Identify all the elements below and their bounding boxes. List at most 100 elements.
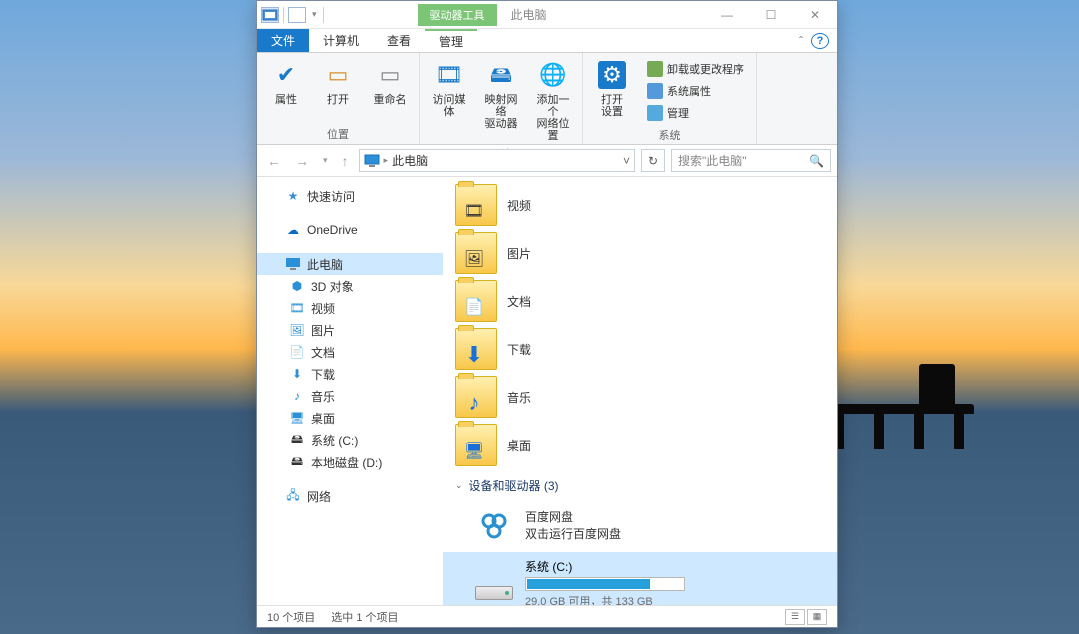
sidebar-item-quick-access[interactable]: ★快速访问 xyxy=(257,185,443,207)
drive-name: 系统 (C:) xyxy=(525,558,825,575)
add-location-button[interactable]: 🌐添加一个 网络位置 xyxy=(530,57,576,144)
sidebar-item-desktop[interactable]: 🖥桌面 xyxy=(257,407,443,429)
properties-button[interactable]: ✔属性 xyxy=(263,57,309,124)
open-settings-button[interactable]: ⚙打开 设置 xyxy=(589,57,635,125)
cloud-icon: ☁ xyxy=(285,222,301,238)
picture-icon: 🖼 xyxy=(463,248,485,270)
checkmark-icon: ✔ xyxy=(277,69,295,81)
document-icon: 📄 xyxy=(463,296,485,318)
baidu-cloud-icon xyxy=(473,504,515,546)
folder-downloads[interactable]: ⬇下载 xyxy=(443,325,837,373)
globe-icon: 🌐 xyxy=(539,69,566,81)
folder-videos[interactable]: 🎞视频 xyxy=(443,181,837,229)
map-drive-button[interactable]: 🖴映射网络 驱动器 xyxy=(478,57,524,144)
tab-view[interactable]: 查看 xyxy=(373,29,425,52)
media-icon: 🎞 xyxy=(435,69,463,81)
refresh-button[interactable]: ↻ xyxy=(641,149,665,172)
uninstall-button[interactable]: 卸载或更改程序 xyxy=(643,59,748,79)
desktop-icon: 🖥 xyxy=(289,410,305,426)
cube-icon: ⬢ xyxy=(289,278,305,294)
manage-button[interactable]: 管理 xyxy=(643,103,748,123)
recent-dropdown-icon[interactable]: ▾ xyxy=(319,155,332,166)
back-button[interactable]: ← xyxy=(263,153,285,169)
drive-c[interactable]: ⊞ 系统 (C:) 29.0 GB 可用，共 133 GB xyxy=(443,552,837,605)
tab-computer[interactable]: 计算机 xyxy=(309,29,373,52)
cloud-drive-item[interactable]: 百度网盘双击运行百度网盘 xyxy=(443,498,837,552)
collapse-ribbon-icon[interactable]: ˆ xyxy=(793,29,809,52)
network-icon: 🖧 xyxy=(285,488,301,504)
group-label-location: 位置 xyxy=(263,124,413,142)
sidebar-item-d-drive[interactable]: 🖴本地磁盘 (D:) xyxy=(257,451,443,473)
address-dropdown-icon[interactable]: ˅ xyxy=(623,154,630,168)
pc-icon xyxy=(285,256,301,272)
explorer-window: ▾ 驱动器工具 此电脑 — ☐ ✕ 文件 计算机 查看 管理 ˆ ? ✔属性 ▭… xyxy=(256,0,838,628)
group-label-system: 系统 xyxy=(589,125,750,143)
desktop-icon: 🖥 xyxy=(463,440,485,462)
folder-music[interactable]: ♪音乐 xyxy=(443,373,837,421)
navigation-pane: ★快速访问 ☁OneDrive 此电脑 ⬢3D 对象 🎞视频 🖼图片 📄文档 ⬇… xyxy=(257,177,443,605)
search-input[interactable]: 搜索"此电脑" 🔍 xyxy=(671,149,831,172)
drive-usage-text: 29.0 GB 可用，共 133 GB xyxy=(525,593,825,605)
hdd-icon xyxy=(475,586,513,600)
sidebar-item-documents[interactable]: 📄文档 xyxy=(257,341,443,363)
download-icon: ⬇ xyxy=(463,344,485,366)
qat-item-icon[interactable] xyxy=(288,7,306,23)
help-icon[interactable]: ? xyxy=(811,33,829,49)
sidebar-item-videos[interactable]: 🎞视频 xyxy=(257,297,443,319)
quick-access-toolbar: ▾ xyxy=(257,7,328,23)
download-icon: ⬇ xyxy=(289,366,305,382)
breadcrumb-arrow-icon[interactable]: ▸ xyxy=(384,155,389,166)
tiles-view-button[interactable]: ▦ xyxy=(807,609,827,625)
sidebar-item-this-pc[interactable]: 此电脑 xyxy=(257,253,443,275)
address-bar: ← → ▾ ↑ ▸ 此电脑 ˅ ↻ 搜索"此电脑" 🔍 xyxy=(257,145,837,177)
sidebar-item-network[interactable]: 🖧网络 xyxy=(257,485,443,507)
sidebar-item-3d[interactable]: ⬢3D 对象 xyxy=(257,275,443,297)
window-title: 此电脑 xyxy=(497,6,547,23)
picture-icon: 🖼 xyxy=(289,322,305,338)
film-icon: 🎞 xyxy=(289,300,305,316)
tab-file[interactable]: 文件 xyxy=(257,29,309,52)
open-icon: ▭ xyxy=(328,69,349,81)
system-properties-button[interactable]: 系统属性 xyxy=(643,81,748,101)
cloud-drive-name: 百度网盘 xyxy=(525,508,621,525)
details-view-button[interactable]: ☰ xyxy=(785,609,805,625)
up-button[interactable]: ↑ xyxy=(338,153,353,169)
music-icon: ♪ xyxy=(289,388,305,404)
drive-icon: 🖴 xyxy=(289,454,305,470)
close-button[interactable]: ✕ xyxy=(793,1,837,29)
folder-documents[interactable]: 📄文档 xyxy=(443,277,837,325)
app-icon[interactable] xyxy=(261,7,279,23)
forward-button[interactable]: → xyxy=(291,153,313,169)
manage-icon xyxy=(647,105,663,121)
tab-manage[interactable]: 管理 xyxy=(425,29,477,52)
folder-pictures[interactable]: 🖼图片 xyxy=(443,229,837,277)
open-button[interactable]: ▭打开 xyxy=(315,57,361,124)
access-media-button[interactable]: 🎞访问媒体 xyxy=(426,57,472,144)
breadcrumb-segment[interactable]: 此电脑 xyxy=(392,152,428,169)
group-header-drives[interactable]: ⌄设备和驱动器 (3) xyxy=(443,469,837,498)
folder-desktop[interactable]: 🖥桌面 xyxy=(443,421,837,469)
usage-bar xyxy=(525,577,685,591)
rename-button[interactable]: ▭重命名 xyxy=(367,57,413,124)
sidebar-item-onedrive[interactable]: ☁OneDrive xyxy=(257,219,443,241)
minimize-button[interactable]: — xyxy=(705,1,749,29)
sidebar-item-pictures[interactable]: 🖼图片 xyxy=(257,319,443,341)
titlebar[interactable]: ▾ 驱动器工具 此电脑 — ☐ ✕ xyxy=(257,1,837,29)
cloud-drive-desc: 双击运行百度网盘 xyxy=(525,525,621,542)
document-icon: 📄 xyxy=(289,344,305,360)
sidebar-item-music[interactable]: ♪音乐 xyxy=(257,385,443,407)
sidebar-item-downloads[interactable]: ⬇下载 xyxy=(257,363,443,385)
address-path[interactable]: ▸ 此电脑 ˅ xyxy=(359,149,635,172)
selection-count: 选中 1 个项目 xyxy=(331,609,398,625)
star-icon: ★ xyxy=(285,188,301,204)
maximize-button[interactable]: ☐ xyxy=(749,1,793,29)
sidebar-item-c-drive[interactable]: 🖴系统 (C:) xyxy=(257,429,443,451)
qat-dropdown-icon[interactable]: ▾ xyxy=(310,9,319,20)
chevron-down-icon: ⌄ xyxy=(455,480,463,491)
gear-icon: ⚙ xyxy=(598,61,626,89)
rename-icon: ▭ xyxy=(380,69,401,81)
item-count: 10 个项目 xyxy=(267,609,315,625)
content-pane: 🎞视频 🖼图片 📄文档 ⬇下载 ♪音乐 🖥桌面 ⌄设备和驱动器 (3) 百度网盘… xyxy=(443,177,837,605)
ribbon-tabs: 文件 计算机 查看 管理 ˆ ? xyxy=(257,29,837,53)
monitor-icon xyxy=(647,83,663,99)
